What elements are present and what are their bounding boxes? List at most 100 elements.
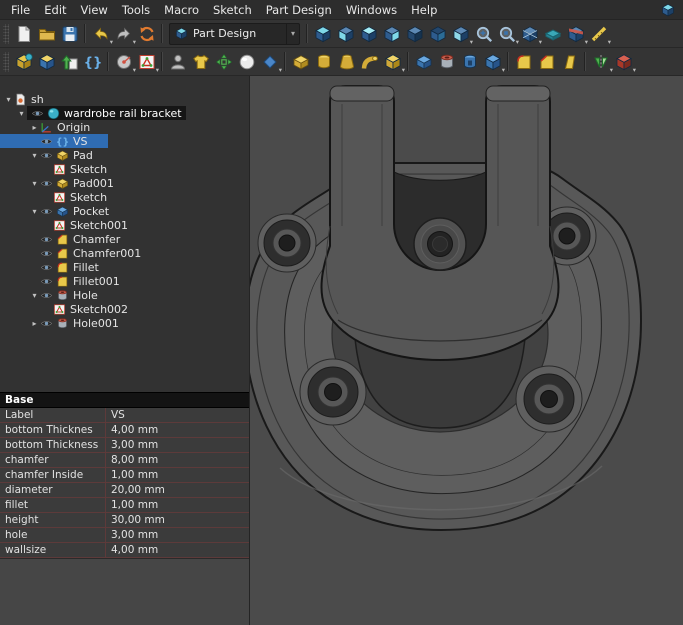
fit-selection-button[interactable]: ▾ — [495, 22, 518, 46]
center-boss[interactable] — [414, 218, 466, 270]
chevron-down-icon[interactable]: ▾ — [286, 24, 299, 44]
undo-button[interactable]: ▾ — [89, 22, 112, 46]
property-row-fillet[interactable]: fillet1,00 mm — [0, 498, 249, 513]
3d-viewport[interactable] — [250, 76, 683, 625]
property-value[interactable]: 8,00 mm — [106, 453, 249, 467]
hole-button[interactable] — [435, 50, 458, 74]
property-value[interactable]: 30,00 mm — [106, 513, 249, 527]
save-document-button[interactable] — [58, 22, 81, 46]
menu-edit[interactable]: Edit — [37, 1, 73, 19]
expander-open-icon[interactable]: ▾ — [29, 291, 40, 300]
property-row-bottom-thickness[interactable]: bottom Thickness3,00 mm — [0, 438, 249, 453]
expander-open-icon[interactable]: ▾ — [16, 109, 27, 118]
3d-view-canvas[interactable] — [250, 76, 683, 625]
tree-item-pocket[interactable]: ▾Pocket — [0, 204, 249, 218]
chamfer-button[interactable] — [535, 50, 558, 74]
clipping-plane-button[interactable]: ▾ — [564, 22, 587, 46]
draw-style-button[interactable]: ▾ — [518, 22, 541, 46]
tree-item-sh[interactable]: ▾sh — [0, 92, 249, 106]
menu-view[interactable]: View — [74, 1, 115, 19]
tree-item-hole001[interactable]: ▸Hole001 — [0, 316, 249, 330]
menu-windows[interactable]: Windows — [339, 1, 404, 19]
additive-primitive-button[interactable]: ▾ — [381, 50, 404, 74]
revolution-button[interactable] — [312, 50, 335, 74]
property-row-label[interactable]: LabelVS — [0, 408, 249, 423]
additive-loft-button[interactable] — [335, 50, 358, 74]
mounting-hole-bottom-right[interactable] — [516, 366, 582, 432]
material-button[interactable] — [189, 50, 212, 74]
property-row-height[interactable]: height30,00 mm — [0, 513, 249, 528]
property-value[interactable]: 1,00 mm — [106, 468, 249, 482]
property-group-header[interactable]: Base — [0, 392, 249, 408]
property-value[interactable]: 4,00 mm — [106, 543, 249, 557]
export-button[interactable] — [58, 50, 81, 74]
view-left-button[interactable]: ▾ — [449, 22, 472, 46]
property-value[interactable]: 1,00 mm — [106, 498, 249, 512]
subtractive-primitive-button[interactable]: ▾ — [481, 50, 504, 74]
redo-button[interactable]: ▾ — [112, 22, 135, 46]
expander-open-icon[interactable]: ▾ — [29, 179, 40, 188]
pocket-button[interactable] — [412, 50, 435, 74]
create-datum-button[interactable]: ▾ — [112, 50, 135, 74]
tree-item-fillet001[interactable]: Fillet001 — [0, 274, 249, 288]
tree-item-chamfer001[interactable]: Chamfer001 — [0, 246, 249, 260]
texture-view-button[interactable] — [541, 22, 564, 46]
property-row-hole[interactable]: hole3,00 mm — [0, 528, 249, 543]
tree-item-sketch001[interactable]: Sketch001 — [0, 218, 249, 232]
expander-open-icon[interactable]: ▾ — [29, 151, 40, 160]
expander-closed-icon[interactable]: ▸ — [29, 123, 40, 132]
tree-item-fillet[interactable]: Fillet — [0, 260, 249, 274]
transform-button[interactable] — [212, 50, 235, 74]
tree-item-vs[interactable]: {}VS — [0, 134, 249, 148]
dropdown-arrow-icon[interactable]: ▾ — [156, 66, 159, 74]
appearance-button[interactable] — [166, 50, 189, 74]
pad-button[interactable] — [289, 50, 312, 74]
boolean-button[interactable]: ▾ — [612, 50, 635, 74]
expander-closed-icon[interactable]: ▸ — [29, 319, 40, 328]
menu-part-design[interactable]: Part Design — [259, 1, 339, 19]
datum-plane-button[interactable]: ▾ — [258, 50, 281, 74]
property-value[interactable]: VS — [106, 408, 249, 422]
property-value[interactable]: 4,00 mm — [106, 423, 249, 437]
toolbar-handle[interactable] — [3, 52, 9, 72]
menu-sketch[interactable]: Sketch — [206, 1, 259, 19]
view-top-button[interactable] — [357, 22, 380, 46]
groove-button[interactable] — [458, 50, 481, 74]
menu-tools[interactable]: Tools — [115, 1, 157, 19]
dropdown-arrow-icon[interactable]: ▾ — [279, 66, 282, 74]
dropdown-arrow-icon[interactable]: ▾ — [502, 66, 505, 74]
tree-item-pad[interactable]: ▾Pad — [0, 148, 249, 162]
workbench-selector[interactable]: Part Design▾ — [169, 23, 300, 45]
fillet-button[interactable] — [512, 50, 535, 74]
dropdown-arrow-icon[interactable]: ▾ — [608, 38, 611, 46]
tree-item-sketch[interactable]: Sketch — [0, 162, 249, 176]
additive-pipe-button[interactable] — [358, 50, 381, 74]
expander-open-icon[interactable]: ▾ — [29, 207, 40, 216]
view-rear-button[interactable] — [403, 22, 426, 46]
menu-macro[interactable]: Macro — [157, 1, 206, 19]
property-row-chamfer-inside[interactable]: chamfer Inside1,00 mm — [0, 468, 249, 483]
view-bottom-button[interactable] — [426, 22, 449, 46]
tree-item-hole[interactable]: ▾Hole — [0, 288, 249, 302]
view-isometric-button[interactable] — [311, 22, 334, 46]
open-document-button[interactable] — [35, 22, 58, 46]
property-row-wallsize[interactable]: wallsize4,00 mm — [0, 543, 249, 558]
measure-button[interactable]: ▾ — [587, 22, 610, 46]
mirrored-button[interactable]: ▾ — [589, 50, 612, 74]
refresh-button[interactable] — [135, 22, 158, 46]
view-front-button[interactable] — [334, 22, 357, 46]
draft-button[interactable] — [558, 50, 581, 74]
menu-help[interactable]: Help — [404, 1, 444, 19]
tree-item-pad001[interactable]: ▾Pad001 — [0, 176, 249, 190]
view-right-button[interactable] — [380, 22, 403, 46]
dropdown-arrow-icon[interactable]: ▾ — [402, 66, 405, 74]
property-value[interactable]: 3,00 mm — [106, 528, 249, 542]
property-row-diameter[interactable]: diameter20,00 mm — [0, 483, 249, 498]
property-value[interactable]: 20,00 mm — [106, 483, 249, 497]
property-row-chamfer[interactable]: chamfer8,00 mm — [0, 453, 249, 468]
expander-open-icon[interactable]: ▾ — [3, 95, 14, 104]
property-value[interactable]: 3,00 mm — [106, 438, 249, 452]
tree-item-chamfer[interactable]: Chamfer — [0, 232, 249, 246]
create-varset-button[interactable]: {} — [81, 50, 104, 74]
mounting-hole-top-left[interactable] — [258, 214, 316, 272]
